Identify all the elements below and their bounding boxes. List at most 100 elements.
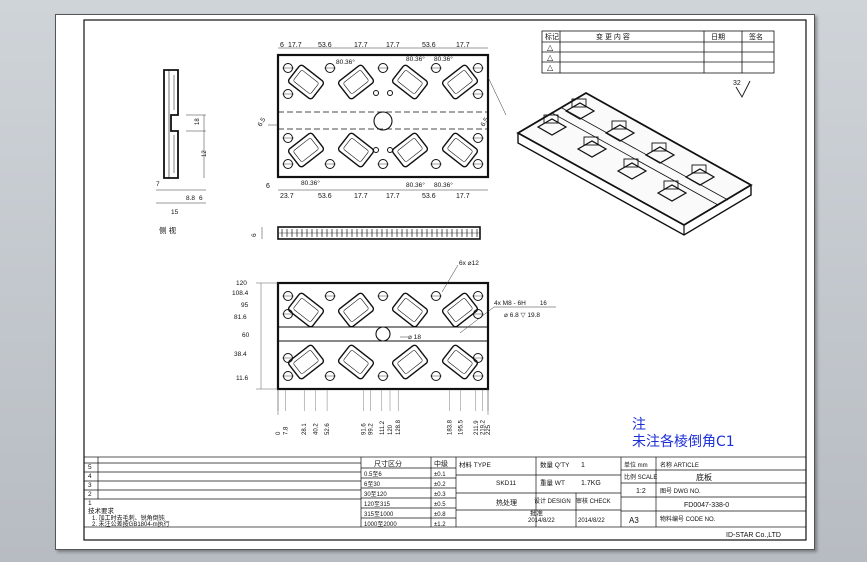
cad-viewport[interactable]: 6 17.7 53.6 17.7 17.7 53.6 17.7 80.36° 8… [0,0,867,562]
roughness-value: 32 [733,80,741,87]
bottom-pocket-inner [343,298,369,322]
top-dim-5: 17.7 [386,42,400,49]
rev-row-1: △ [547,43,554,52]
side-dim-3: 6 [199,195,203,202]
note-title: 注 [632,417,646,433]
drawing-sheet: 6 17.7 53.6 17.7 17.7 53.6 17.7 80.36° 8… [55,14,815,550]
top-dim-2: 17.7 [288,42,302,49]
ydim-4: 81.6 [234,314,247,321]
tol-range: 30至120 [364,491,387,498]
check-label: 审核 CHECK [576,497,611,505]
tb-rownum-5: 1 [88,500,92,507]
bottom-angle-3: 80.36° [434,181,453,189]
ydim-5: 60 [242,332,250,339]
design-date: 2014/8/22 [528,518,555,524]
callout-b-line1: 4x M8 - 6H [494,300,526,307]
xdim-label: 28.1 [302,423,308,435]
rev-header-sign: 签名 [749,32,763,41]
tol-header-2: 中级 [434,459,448,468]
top-pocket [391,132,429,168]
tol-range: 6至30 [364,481,381,488]
bottom-pocket [287,344,325,380]
tol-range: 315至1000 [364,511,394,518]
xdim-label: 111.2 [380,420,386,435]
part-name: 底板 [696,472,712,482]
bottom-x-dimensions: 0 7.8 28.1 40.2 52.6 91.6 99.2 111.2 120 128.8 183… [276,389,492,435]
top-pocket-inner [293,70,319,94]
bottom-pocket-inner [397,350,423,374]
tolerance-rows: 0.5至6 ±0.1 6至30 ±0.2 30至120 ±0.3 120至315 ±0.5 31… [364,471,446,528]
top-pocket-inner [397,138,423,162]
bottom-pocket-inner [447,350,473,374]
top-pocket-inner [447,138,473,162]
bottom-pocket-inner [293,298,319,322]
top-angle-2: 80.36° [406,55,425,63]
bottom-pocket [287,292,325,328]
xdim-label: 128.8 [396,419,402,435]
top-pocket [287,64,325,100]
tech-line-2: 2. 未注公差按GB1804-m执行 [92,520,170,528]
bottom-dim-2: 23.7 [280,193,294,200]
tb-rownum-3: 3 [88,482,92,489]
side-label-2: 12 [202,150,208,157]
rev-header-content: 变 更 内 容 [596,32,630,41]
tol-range: 1000至2000 [364,521,397,528]
side-view-caption: 侧 视 [159,225,177,235]
isometric-view [516,91,753,236]
qty-label: 数量 Q'TY [540,460,570,469]
company: ID-STAR Co.,LTD [726,532,781,539]
xdim-label: 183.8 [448,419,454,435]
material-value: SKD11 [496,480,516,487]
bottom-dim-1: 6 [266,183,270,190]
tol-value: ±0.5 [434,502,446,508]
tol-value: ±0.1 [434,472,446,478]
bottom-pocket [391,344,429,380]
xdim-label: 7.8 [283,426,289,435]
weight-value: 1.7KG [581,480,601,487]
tol-range: 120至315 [364,501,391,508]
tb-rownum-1: 5 [88,464,92,471]
top-view [268,47,507,191]
tech-title: 技术要求 [88,506,115,515]
rev-row-3: △ [547,63,554,72]
ydim-6: 38.4 [234,351,247,358]
callout-b-line2: ⌀ 6.8 ▽ 19.8 [504,312,540,319]
top-pocket-inner [397,70,423,94]
tol-value: ±0.8 [434,512,446,518]
top-pocket-inner [343,70,369,94]
xdim-label: 225 [486,424,492,435]
bottom-pocket [441,292,479,328]
bottom-pocket [441,344,479,380]
rev-row-2: △ [547,53,554,62]
bottom-pocket-inner [397,298,423,322]
tol-value: ±1.2 [434,522,446,528]
code-no-label: 物料编号 CODE NO. [660,515,716,523]
xdim-label: 40.2 [314,423,320,435]
design-label: 设计 DESIGN [534,497,571,505]
weight-label: 重量 WT [540,479,565,487]
unit-label: 单位 mm [624,461,648,469]
xdim-label: 195.5 [458,419,464,435]
side-dim-2: 8.8 [186,195,195,202]
check-date: 2014/8/22 [578,518,605,524]
bottom-pocket-inner [293,350,319,374]
top-angle-1: 80.36° [336,58,355,66]
drawing-canvas: 6 17.7 53.6 17.7 17.7 53.6 17.7 80.36° 8… [83,19,807,541]
dwg-no: FD0047-338-0 [684,502,729,509]
ydim-7: 11.6 [236,375,249,382]
bottom-dim-6: 53.6 [422,193,436,200]
bottom-pocket [337,344,375,380]
tol-range: 0.5至6 [364,471,382,478]
top-dim-7: 17.7 [456,42,470,49]
top-pocket-inner [293,138,319,162]
side-dim-1: 7 [156,181,160,188]
revision-table [541,30,775,74]
tol-value: ±0.2 [434,482,446,488]
front-view-strip [261,226,481,240]
bottom-pocket-inner [343,350,369,374]
top-dim-1: 6 [280,42,284,49]
top-pocket [441,132,479,168]
rev-header-date: 日期 [711,33,725,41]
note-body: 未注各棱倒角C1 [632,434,735,450]
tol-value: ±0.3 [434,492,446,498]
